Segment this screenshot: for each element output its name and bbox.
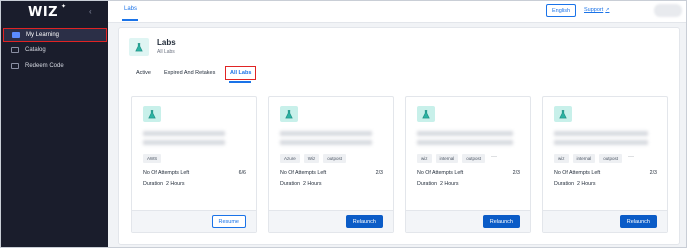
tag-chip: internal [572,154,596,163]
sidebar-item-label: My Learning [26,32,60,38]
learning-icon [12,32,20,38]
duration-row: Duration 2 Hours [417,181,459,187]
lab-title-redacted [554,131,648,147]
duration-label: Duration [280,181,301,187]
flask-icon [285,109,293,118]
flask-icon [135,42,143,51]
active-tab-underline [229,81,251,83]
attempts-label: No Of Attempts Left [143,170,190,176]
attempts-label: No Of Attempts Left [417,170,464,176]
flask-icon [148,109,156,118]
avatar[interactable] [654,4,682,17]
tag-chip: Azure [280,154,300,163]
support-link-label: Support [584,7,604,13]
sidebar-item-redeem-code[interactable]: Redeem Code [3,59,107,73]
tag-list: wiz internal outpost ··· [417,154,497,163]
wiz-logo: WIZ [28,5,59,20]
sidebar-item-label: Catalog [25,47,46,53]
redeem-icon [11,63,19,69]
lab-title-redacted [417,131,513,147]
page-title: Labs [157,38,176,47]
logo-star-icon: ✦ [61,4,67,10]
duration-row: Duration 2 Hours [554,181,596,187]
tag-chip: wiz [417,154,432,163]
duration-label: Duration [417,181,438,187]
attempts-value: 2/3 [375,170,383,176]
resume-button[interactable]: Resume [211,215,246,228]
tag-chip: outpost [599,154,623,163]
page-subtitle: All Labs [157,49,175,55]
tag-chip: outpost [462,154,486,163]
duration-value: 2 Hours [165,181,185,187]
flask-icon [559,109,567,118]
duration-value: 2 Hours [439,181,459,187]
card-footer: Resume [132,210,256,232]
sidebar-item-catalog[interactable]: Catalog [3,43,107,57]
card-footer: Relaunch [406,210,530,232]
tab-expired-and-retakes[interactable]: Expired And Retakes [164,70,215,76]
sidebar-item-my-learning[interactable]: My Learning [3,28,107,42]
duration-value: 2 Hours [576,181,596,187]
tag-chip: wiz [554,154,569,163]
lab-card[interactable]: wiz internal outpost ··· No Of Attempts … [405,96,531,233]
support-link[interactable]: Support ↗ [584,7,609,13]
lab-title-redacted [143,131,225,147]
card-footer: Relaunch [543,210,667,232]
duration-value: 2 Hours [302,181,322,187]
card-footer: Relaunch [269,210,393,232]
external-link-icon: ↗ [605,7,610,13]
lab-icon [417,106,435,122]
attempts-value: 2/3 [512,170,520,176]
top-bar: Labs English Support ↗ [108,1,686,23]
sidebar: WIZ ✦ ‹ My Learning Catalog Redeem Code [1,1,108,247]
attempts-label: No Of Attempts Left [280,170,327,176]
top-tab-underline [122,19,138,21]
tag-chip: outpost [323,154,347,163]
relaunch-button[interactable]: Relaunch [619,215,657,228]
duration-label: Duration [143,181,164,187]
catalog-icon [11,47,19,53]
tab-all-labs[interactable]: All Labs [225,66,257,80]
tag-list: Azure Wiz outpost [280,154,347,163]
attempts-label: No Of Attempts Left [554,170,601,176]
lab-title-redacted [280,131,372,147]
lab-card[interactable]: AWS No Of Attempts Left 6/6 Duration 2 H… [131,96,257,233]
flask-icon [422,109,430,118]
tag-chip: Wiz [303,154,320,163]
lab-card[interactable]: wiz internal outpost ··· No Of Attempts … [542,96,668,233]
collapse-sidebar-icon[interactable]: ‹ [89,7,92,16]
page-icon [129,38,149,56]
language-button[interactable]: English [546,4,576,17]
tag-list: wiz internal outpost ··· [554,154,634,163]
lab-icon [554,106,572,122]
attempts-value: 2/3 [649,170,657,176]
top-tab-labs[interactable]: Labs [124,6,137,12]
attempts-value: 6/6 [238,170,246,176]
duration-row: Duration 2 Hours [280,181,322,187]
duration-row: Duration 2 Hours [143,181,185,187]
tag-list: AWS [143,154,162,163]
sidebar-item-label: Redeem Code [25,63,64,69]
relaunch-button[interactable]: Relaunch [345,215,383,228]
more-tags-icon[interactable]: ··· [491,154,497,163]
tag-chip: AWS [143,154,162,163]
lab-icon [143,106,161,122]
lab-card[interactable]: Azure Wiz outpost No Of Attempts Left 2/… [268,96,394,233]
duration-label: Duration [554,181,575,187]
labs-panel: Labs All Labs Active Expired And Retakes… [118,27,680,245]
relaunch-button[interactable]: Relaunch [482,215,520,228]
tab-active[interactable]: Active [136,70,151,76]
tag-chip: internal [435,154,459,163]
lab-icon [280,106,298,122]
more-tags-icon[interactable]: ··· [628,154,634,163]
